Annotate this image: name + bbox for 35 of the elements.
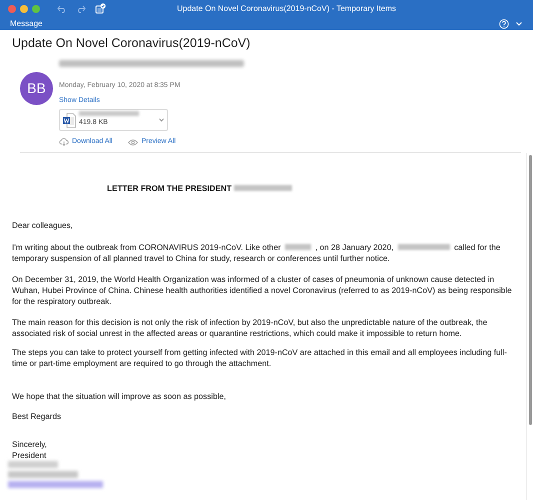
body-text: On December 31, 2019, the World Health Organization was informed of a cluster of cases of pneumonia of unknown cause detected in Wuhan, Hubei Province of China. Chinese health authorities identified a novel Coronavirus (referred to as 2019-nCoV) as being responsible for the respiratory outbreak. (12, 274, 512, 306)
message-subject: Update On Novel Coronavirus(2019-nCoV) (12, 35, 252, 51)
cloud-download-icon (59, 138, 69, 146)
body-text: I'm writing about the outbreak from CORONAVIRUS 2019-nCoV. Like other (12, 242, 281, 252)
minimize-button[interactable] (20, 4, 28, 12)
body-text: , on 28 January 2020, (315, 242, 394, 252)
undo-icon[interactable] (57, 4, 67, 12)
redacted-text (285, 244, 312, 250)
body-text: Dear colleagues, (12, 220, 73, 230)
window-title: Update On Novel Coronavirus(2019-nCoV) - Temporary Items (176, 2, 398, 14)
signoff-text: Sincerely, (12, 438, 48, 450)
document-icon (63, 112, 76, 128)
redacted-text (8, 460, 58, 468)
close-button[interactable] (8, 4, 16, 12)
help-icon[interactable] (499, 18, 509, 28)
body-text: The steps you can take to protect yourself from getting infected with 2019-nCoV are attached in this email and all employees including full-time or part-time employment are required to go through the attachment. (12, 348, 507, 368)
signoff-text: President (12, 450, 48, 460)
redacted-text (8, 470, 78, 478)
ribbon-tab[interactable]: Message (10, 18, 42, 29)
body-text: temporary suspension of all planned travel to China for study, research or conferences until further notice. (12, 254, 390, 262)
body-text: The main reason for this decision is not only the risk of infection by 2019-nCoV, but also the unpredictable nature of the outbreak, the associated risk of social unrest in the affected areas or quarantine restrictions, which could make it impossible to return home. (12, 318, 488, 338)
body-text: called for the (454, 242, 500, 252)
letter-heading: LETTER FROM THE PRESIDENT (107, 184, 232, 192)
redacted-text (398, 244, 450, 250)
chevron-down-icon[interactable] (515, 20, 523, 26)
redacted-text (234, 185, 292, 192)
body-text: Best Regards (12, 412, 62, 420)
redacted-filename (79, 111, 139, 116)
scrollbar-thumb[interactable] (528, 154, 532, 424)
body-text: We hope that the situation will improve as soon as possible, (12, 392, 226, 400)
redo-icon[interactable] (76, 4, 86, 12)
caret-icon[interactable] (159, 118, 164, 122)
sender-avatar: BB (20, 72, 53, 105)
eye-icon (128, 138, 138, 146)
zoom-button[interactable] (32, 4, 40, 12)
